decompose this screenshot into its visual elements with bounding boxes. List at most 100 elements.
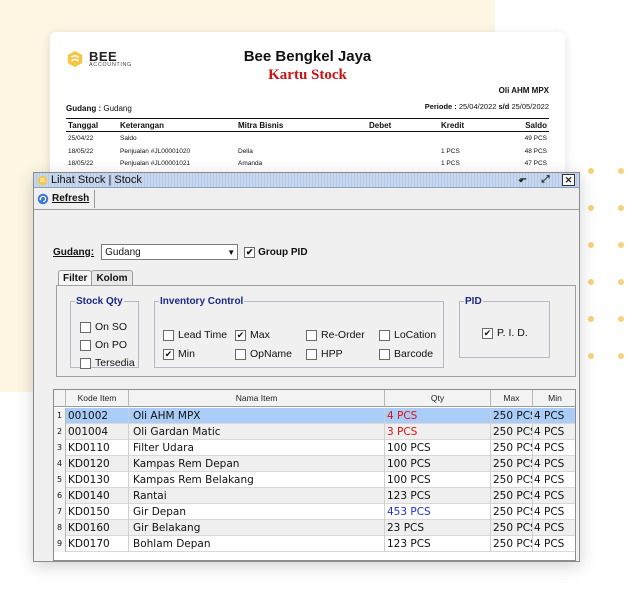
tersedia-checkbox[interactable]: Tersedia — [80, 357, 135, 369]
hpp-checkbox[interactable]: HPP — [306, 348, 343, 360]
tersedia-label: Tersedia — [95, 357, 135, 369]
report-cell-tanggal: 18/05/22 — [68, 147, 94, 155]
group-pid-checkbox-box[interactable]: ✔ — [244, 246, 256, 258]
on-po-box[interactable] — [80, 339, 91, 351]
grid-header: Kode Item Nama Item Qty Max Min — [54, 390, 575, 407]
grid-cell-nama: Oli Gardan Matic — [129, 424, 385, 440]
grid-cell-nama: Oli AHM MPX — [129, 408, 385, 424]
location-box[interactable] — [379, 329, 390, 341]
report-col-mitra: Mitra Bisnis — [238, 121, 284, 130]
table-row[interactable]: 6 KD0140 Rantai 123 PCS 250 PCS 4 PCS — [54, 488, 575, 504]
tab-kolom[interactable]: Kolom — [91, 270, 133, 286]
hpp-box[interactable] — [306, 348, 317, 360]
pid-box[interactable]: ✔ — [482, 327, 493, 339]
barcode-label: Barcode — [394, 348, 434, 360]
report-cell-saldo: 47 PCS — [524, 160, 547, 167]
table-row[interactable]: 3 KD0110 Filter Udara 100 PCS 250 PCS 4 PCS — [54, 440, 575, 456]
grid-cell-qty: 4 PCS — [385, 408, 491, 424]
max-checkbox[interactable]: ✔ Max — [235, 329, 270, 341]
grid-cell-kode: KD0110 — [66, 440, 129, 456]
grid-cell-max: 250 PCS — [493, 440, 533, 456]
grid-cell-no[interactable]: 7 — [54, 504, 66, 520]
grid-col-max[interactable]: Max — [491, 390, 533, 407]
maximize-icon[interactable]: ⤢ — [539, 174, 552, 186]
report-gudang-value: Gudang — [103, 104, 132, 113]
restore-icon[interactable]: ⬐ — [516, 174, 529, 186]
grid-cell-no[interactable]: 2 — [54, 424, 66, 440]
gudang-select[interactable]: Gudang ▼ — [101, 244, 239, 260]
grid-cell-min: 4 PCS — [534, 426, 565, 438]
refresh-label: Refresh — [52, 193, 90, 204]
grid-cell-min: 4 PCS — [534, 522, 565, 534]
report-periode-label: Periode : — [424, 102, 457, 111]
max-box[interactable]: ✔ — [235, 329, 246, 341]
grid-cell-no[interactable]: 3 — [54, 440, 66, 456]
re-order-checkbox[interactable]: Re-Order — [306, 329, 365, 341]
tab-filter[interactable]: Filter — [58, 270, 93, 286]
grid-cell-no[interactable]: 8 — [54, 520, 66, 536]
gudang-label: Gudang: — [53, 246, 95, 258]
grid-cell-qty: 100 PCS — [385, 472, 491, 488]
opname-box[interactable] — [235, 348, 246, 360]
grid-col-min[interactable]: Min — [533, 390, 575, 407]
grid-cell-no[interactable]: 6 — [54, 488, 66, 504]
location-checkbox[interactable]: LoCation — [379, 329, 436, 341]
report-cell-kredit: 1 PCS — [441, 160, 460, 167]
grid-cell-qty: 453 PCS — [385, 504, 491, 520]
grid-cell-no[interactable]: 1 — [54, 408, 66, 424]
table-row[interactable]: 1 001002 Oli AHM MPX 4 PCS 250 PCS 4 PCS — [54, 408, 575, 424]
table-row[interactable]: 5 KD0130 Kampas Rem Belakang 100 PCS 250 PCS… — [54, 472, 575, 488]
group-pid-label: Group PID — [258, 246, 308, 258]
min-box[interactable]: ✔ — [163, 348, 174, 360]
grid-cell-qty: 23 PCS — [385, 520, 491, 536]
grid-col-kode-item[interactable]: Kode Item — [66, 390, 129, 407]
inventory-control-legend: Inventory Control — [160, 296, 244, 307]
pid-checkbox[interactable]: ✔ P. I. D. — [482, 327, 528, 339]
grid-col-qty[interactable]: Qty — [385, 390, 491, 407]
table-row[interactable]: 4 KD0120 Kampas Rem Depan 100 PCS 250 PCS 4 P… — [54, 456, 575, 472]
stock-qty-group: Stock Qty On SO On PO Tersedia — [70, 296, 139, 369]
window-titlebar[interactable]: Lihat Stock | Stock ⬐ ⤢ ✕ — [34, 173, 579, 188]
grid-cell-no[interactable]: 5 — [54, 472, 66, 488]
refresh-button[interactable]: Refresh — [37, 189, 96, 208]
report-cell-mitra: Della — [238, 147, 253, 155]
grid-cell-min: 4 PCS — [534, 506, 565, 518]
grid-cell-no[interactable]: 4 — [54, 456, 66, 472]
table-row[interactable]: 7 KD0150 Gir Depan 453 PCS 250 PCS 4 PCS — [54, 504, 575, 520]
lihat-stock-window: Lihat Stock | Stock ⬐ ⤢ ✕ Refresh Gudang… — [33, 172, 580, 562]
table-row[interactable]: 2 001004 Oli Gardan Matic 3 PCS 250 PCS 4 PCS — [54, 424, 575, 440]
grid-col-nama-item[interactable]: Nama Item — [129, 390, 385, 407]
barcode-box[interactable] — [379, 348, 390, 360]
grid-cell-kode: KD0140 — [66, 488, 129, 504]
on-po-checkbox[interactable]: On PO — [80, 339, 127, 351]
grid-cell-qty: 100 PCS — [385, 456, 491, 472]
table-row[interactable]: 8 KD0160 Gir Belakang 23 PCS 250 PCS 4 PCS — [54, 520, 575, 536]
grid-cell-kode: 001004 — [66, 424, 129, 440]
tersedia-box[interactable] — [80, 357, 91, 369]
report-cell-tanggal: 18/05/22 — [68, 160, 94, 167]
group-pid-checkbox[interactable]: ✔ Group PID — [244, 246, 308, 258]
report-cell-mitra: Amanda — [238, 160, 263, 167]
decorative-dots — [588, 168, 627, 359]
re-order-box[interactable] — [306, 329, 317, 341]
grid-cell-qty: 100 PCS — [385, 440, 491, 456]
grid-cell-no[interactable]: 9 — [54, 536, 66, 552]
stock-grid[interactable]: Kode Item Nama Item Qty Max Min 1 001002 O… — [53, 389, 576, 561]
on-so-box[interactable] — [80, 321, 91, 333]
close-icon[interactable]: ✕ — [562, 174, 575, 186]
report-title: Kartu Stock — [268, 67, 347, 83]
lead-time-box[interactable] — [163, 329, 174, 341]
grid-cell-min: 4 PCS — [534, 538, 565, 550]
on-so-checkbox[interactable]: On SO — [80, 321, 127, 333]
grid-cell-min: 4 PCS — [534, 458, 565, 470]
grid-cell-nama: Filter Udara — [129, 440, 385, 456]
barcode-checkbox[interactable]: Barcode — [379, 348, 433, 360]
report-periode-from: 25/04/2022 — [458, 102, 497, 111]
opname-checkbox[interactable]: OpName — [235, 348, 292, 360]
inventory-control-group: Inventory Control Lead Time ✔ Max Re-Orde… — [154, 296, 444, 368]
on-so-label: On SO — [95, 321, 128, 333]
min-checkbox[interactable]: ✔ Min — [163, 348, 195, 360]
report-gudang: Gudang : Gudang — [66, 104, 132, 113]
lead-time-checkbox[interactable]: Lead Time — [163, 329, 227, 341]
table-row[interactable]: 9 KD0170 Bohlam Depan 123 PCS 250 PCS 4 PCS — [54, 536, 575, 552]
